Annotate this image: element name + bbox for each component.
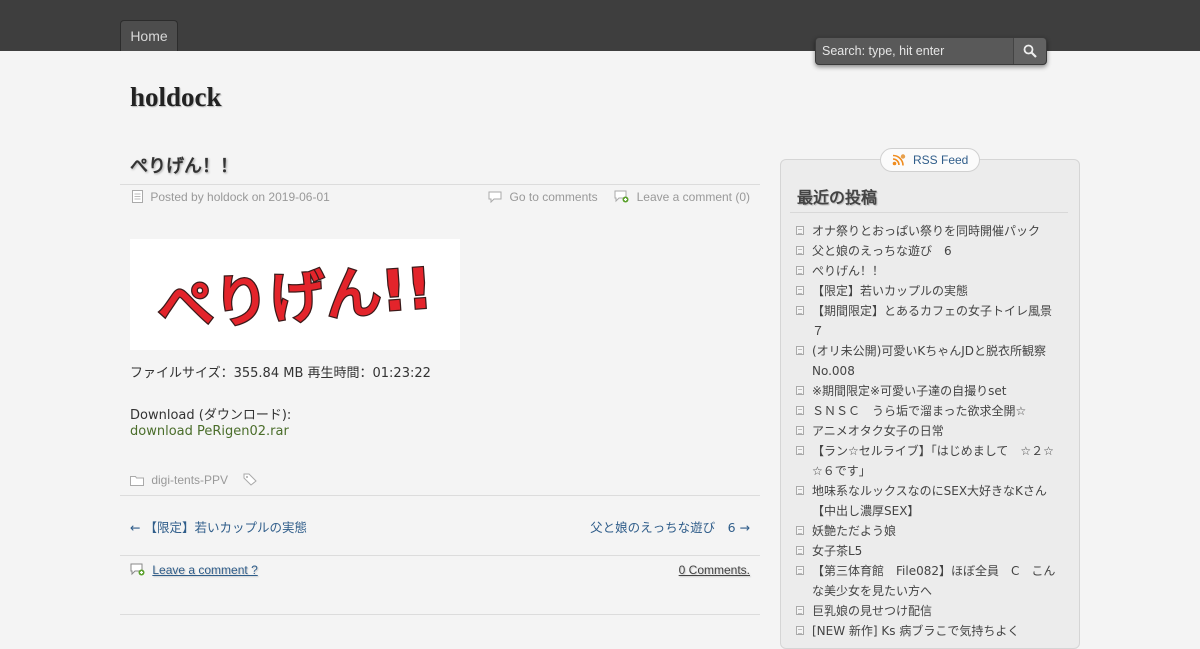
post-title[interactable]: ぺりげん！！ bbox=[130, 152, 238, 178]
recent-post-link[interactable]: 父と娘のえっちな遊び 6 bbox=[812, 244, 952, 258]
search-box bbox=[815, 37, 1047, 65]
list-bullet-icon bbox=[796, 406, 804, 415]
recent-post-link[interactable]: (オリ未公開)可愛いKちゃんJDと脱衣所観察No.008 bbox=[812, 344, 1046, 378]
list-bullet-icon bbox=[796, 526, 804, 535]
recent-post-item[interactable]: ＳＮＳＣ うら垢で溜まった欲求全開☆ bbox=[796, 401, 1056, 421]
document-icon bbox=[132, 190, 143, 203]
list-bullet-icon bbox=[796, 386, 804, 395]
list-bullet-icon bbox=[796, 266, 804, 275]
list-bullet-icon bbox=[796, 486, 804, 495]
recent-post-item[interactable]: 【期間限定】とあるカフェの女子トイレ風景７ bbox=[796, 301, 1056, 341]
recent-post-link[interactable]: 【期間限定】とあるカフェの女子トイレ風景７ bbox=[812, 304, 1052, 338]
go-to-comments-link[interactable]: Go to comments bbox=[510, 190, 598, 204]
rss-feed-label: RSS Feed bbox=[912, 153, 969, 167]
recent-post-link[interactable]: 巨乳娘の見せつけ配信 bbox=[812, 604, 932, 618]
post-meta-author-date: Posted by holdock on 2019-06-01 bbox=[150, 190, 330, 204]
next-post-link[interactable]: 父と娘のえっちな遊び 6 → bbox=[590, 520, 750, 535]
recent-post-item[interactable]: 【ラン☆セルライブ】「はじめまして ☆２☆ ☆６です」 bbox=[796, 441, 1066, 481]
list-bullet-icon bbox=[796, 286, 804, 295]
recent-post-link[interactable]: 【ラン☆セルライブ】「はじめまして ☆２☆ ☆６です」 bbox=[812, 444, 1066, 478]
prev-post-nav: ← 【限定】若いカップルの実態 bbox=[130, 517, 307, 536]
list-bullet-icon bbox=[796, 626, 804, 635]
post-categories: digi-tents-PPV bbox=[130, 473, 261, 487]
leave-comment-bottom-link[interactable]: Leave a comment ? bbox=[152, 563, 257, 577]
rss-feed-button[interactable]: RSS Feed bbox=[880, 148, 980, 172]
divider bbox=[120, 495, 760, 496]
list-bullet-icon bbox=[796, 346, 804, 355]
prev-post-link[interactable]: ← 【限定】若いカップルの実態 bbox=[130, 520, 307, 535]
post-banner-image: ぺりげん!! bbox=[130, 239, 460, 350]
file-info-text: ファイルサイズ：355.84 MB 再生時間：01:23:22 bbox=[130, 366, 431, 381]
site-title[interactable]: holdock bbox=[130, 82, 222, 113]
recent-post-item[interactable]: 地味系なルックスなのにSEX大好きなKさん【中出し濃厚SEX】 bbox=[796, 481, 1056, 521]
leave-comment-row: Leave a comment ? bbox=[130, 563, 258, 577]
recent-post-item[interactable]: ぺりげん！！ bbox=[796, 261, 1056, 281]
recent-post-item[interactable]: 【第三体育館 File082】ほぼ全員 C こんな美少女を見たい方へ bbox=[796, 561, 1056, 601]
list-bullet-icon bbox=[796, 226, 804, 235]
recent-post-item[interactable]: アニメオタク女子の日常 bbox=[796, 421, 1056, 441]
recent-post-item[interactable]: (オリ未公開)可愛いKちゃんJDと脱衣所観察No.008 bbox=[796, 341, 1056, 381]
rss-icon bbox=[892, 154, 905, 166]
search-icon bbox=[1023, 44, 1037, 58]
recent-post-link[interactable]: 女子茶L5 bbox=[812, 544, 862, 558]
recent-posts-list: オナ祭りとおっぱい祭りを同時開催パック 父と娘のえっちな遊び 6 ぺりげん！！ 【限定… bbox=[796, 221, 1066, 641]
recent-post-link[interactable]: [NEW 新作] Ks 病ブラこで気持ちよく bbox=[812, 624, 1019, 638]
recent-post-link[interactable]: ぺりげん！！ bbox=[812, 264, 884, 278]
recent-post-link[interactable]: 地味系なルックスなのにSEX大好きなKさん【中出し濃厚SEX】 bbox=[812, 484, 1047, 518]
recent-post-item[interactable]: オナ祭りとおっぱい祭りを同時開催パック bbox=[796, 221, 1056, 241]
recent-post-link[interactable]: 妖艶ただよう娘 bbox=[812, 524, 896, 538]
recent-post-item[interactable]: 巨乳娘の見せつけ配信 bbox=[796, 601, 1056, 621]
recent-post-item[interactable]: ※期間限定※可愛い子達の自撮りset bbox=[796, 381, 1056, 401]
category-link[interactable]: digi-tents-PPV bbox=[151, 473, 228, 487]
recent-post-link[interactable]: アニメオタク女子の日常 bbox=[812, 424, 944, 438]
divider bbox=[790, 212, 1068, 213]
post-meta-bar: Posted by holdock on 2019-06-01 Go to co… bbox=[120, 184, 760, 211]
list-bullet-icon bbox=[796, 566, 804, 575]
leave-comment-link[interactable]: Leave a comment (0) bbox=[637, 190, 750, 204]
comment-count: 0 Comments. bbox=[678, 563, 750, 577]
recent-post-link[interactable]: ※期間限定※可愛い子達の自撮りset bbox=[812, 384, 1006, 398]
recent-post-link[interactable]: 【第三体育館 File082】ほぼ全員 C こんな美少女を見たい方へ bbox=[812, 564, 1055, 598]
list-bullet-icon bbox=[796, 246, 804, 255]
list-bullet-icon bbox=[796, 426, 804, 435]
nav-home-tab[interactable]: Home bbox=[120, 20, 178, 51]
speech-bubble-icon bbox=[488, 191, 502, 203]
folder-icon bbox=[130, 476, 144, 486]
recent-post-link[interactable]: 【限定】若いカップルの実態 bbox=[812, 284, 968, 298]
next-post-nav: 父と娘のえっちな遊び 6 → bbox=[590, 517, 750, 536]
search-input[interactable] bbox=[816, 38, 1014, 64]
list-bullet-icon bbox=[796, 606, 804, 615]
recent-post-link[interactable]: オナ祭りとおっぱい祭りを同時開催パック bbox=[812, 224, 1040, 238]
recent-post-item[interactable]: [NEW 新作] Ks 病ブラこで気持ちよく bbox=[796, 621, 1056, 641]
recent-posts-title: 最近の投稿 bbox=[797, 188, 878, 207]
divider bbox=[120, 555, 760, 556]
recent-post-item[interactable]: 妖艶ただよう娘 bbox=[796, 521, 1056, 541]
list-bullet-icon bbox=[796, 446, 804, 455]
recent-post-link[interactable]: ＳＮＳＣ うら垢で溜まった欲求全開☆ bbox=[812, 404, 1026, 418]
divider bbox=[120, 614, 760, 615]
download-link[interactable]: download PeRigen02.rar bbox=[130, 424, 289, 439]
search-button[interactable] bbox=[1013, 38, 1046, 64]
list-bullet-icon bbox=[796, 546, 804, 555]
list-bullet-icon bbox=[796, 306, 804, 315]
recent-post-item[interactable]: 父と娘のえっちな遊び 6 bbox=[796, 241, 1056, 261]
download-heading: Download (ダウンロード): bbox=[130, 408, 292, 423]
add-comment-icon bbox=[130, 563, 145, 576]
tag-icon bbox=[243, 473, 257, 486]
add-comment-icon bbox=[614, 190, 629, 203]
recent-post-item[interactable]: 女子茶L5 bbox=[796, 541, 1056, 561]
recent-post-item[interactable]: 【限定】若いカップルの実態 bbox=[796, 281, 1056, 301]
